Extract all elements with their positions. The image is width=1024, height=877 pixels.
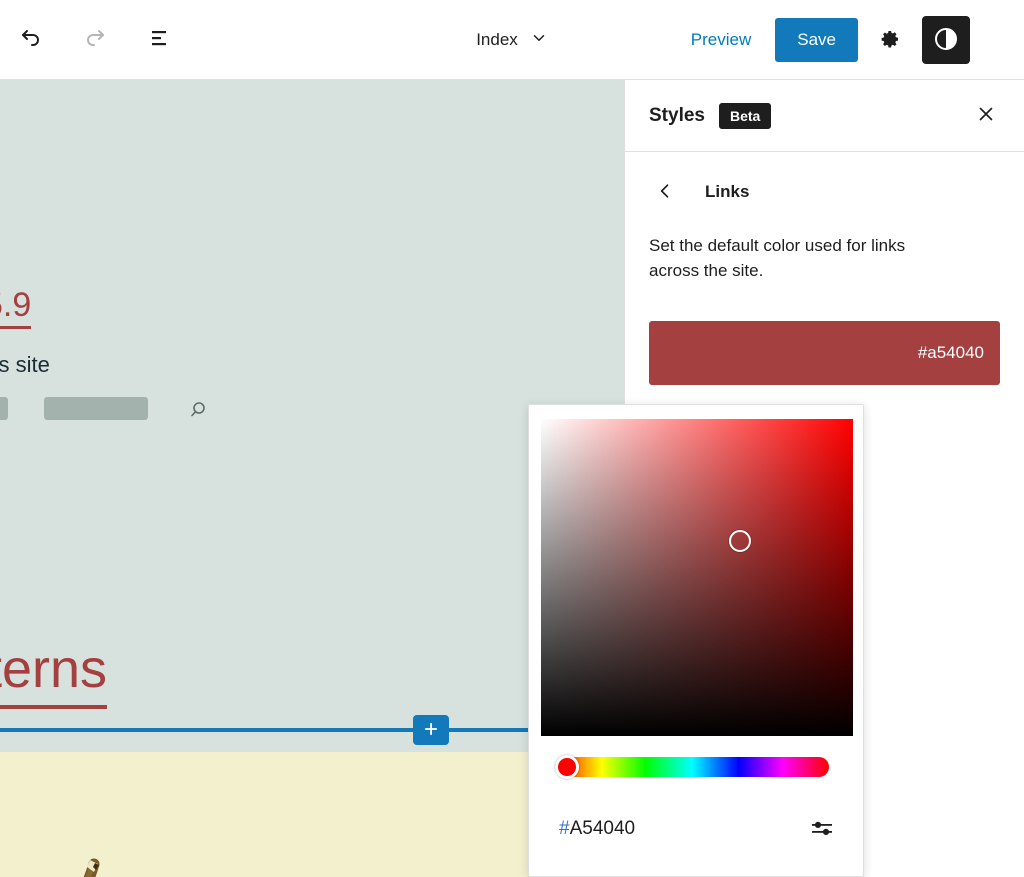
section-description: Set the default color used for links acr… <box>649 236 906 280</box>
canvas-search-button[interactable] <box>188 398 212 427</box>
list-view-icon <box>147 26 171 53</box>
document-title-label: Index <box>476 30 518 49</box>
chevron-left-icon <box>655 181 675 204</box>
more-options-button[interactable] <box>978 18 1014 62</box>
hex-input-field[interactable]: #A54040 <box>559 818 635 840</box>
close-sidebar-button[interactable] <box>964 94 1008 138</box>
back-button[interactable] <box>649 176 681 208</box>
twig-image <box>48 852 118 877</box>
block-inserter-button[interactable] <box>413 715 449 745</box>
search-icon <box>188 402 212 426</box>
canvas-placeholder-bar-2 <box>44 397 148 420</box>
toolbar-left-group <box>0 21 178 59</box>
canvas-tagline-text: ress site <box>0 352 50 377</box>
styles-sidebar-header: Styles Beta <box>625 80 1024 152</box>
hue-slider-handle[interactable] <box>555 755 579 779</box>
toolbar-right-group: Preview Save <box>675 0 1014 80</box>
redo-button[interactable] <box>76 21 114 59</box>
color-picker-popover: #A54040 <box>528 404 864 877</box>
sliders-icon <box>809 821 835 844</box>
color-format-toggle-button[interactable] <box>809 815 835 844</box>
canvas-version-link[interactable]: 5.9 <box>0 288 32 329</box>
contrast-toggle-button[interactable] <box>922 16 970 64</box>
editor-toolbar: Index Preview Save <box>0 0 1024 80</box>
link-color-preview-bar[interactable]: #a54040 <box>649 321 1000 386</box>
preview-button[interactable]: Preview <box>675 22 767 58</box>
link-color-hex-label: #a54040 <box>917 343 984 363</box>
document-title-dropdown[interactable]: Index <box>476 29 548 52</box>
undo-button[interactable] <box>12 21 50 59</box>
undo-arrow-icon <box>19 26 43 53</box>
saturation-value-handle[interactable] <box>729 530 751 552</box>
redo-arrow-icon <box>83 26 107 53</box>
styles-panel-title: Styles <box>649 104 705 126</box>
gear-icon <box>878 27 902 54</box>
hex-input-row: #A54040 <box>529 805 863 853</box>
saturation-value-area[interactable] <box>541 419 853 736</box>
hue-slider-track[interactable] <box>555 757 829 777</box>
styles-subheader: Links <box>625 152 1024 208</box>
styles-more-options-button[interactable] <box>918 94 954 138</box>
chevron-down-icon <box>530 29 548 52</box>
close-x-icon <box>975 103 997 128</box>
editor-root: Index Preview Save .9 s site erns Styles… <box>0 0 1024 877</box>
settings-button[interactable] <box>868 18 912 62</box>
list-view-button[interactable] <box>140 21 178 59</box>
section-title: Links <box>705 182 750 201</box>
canvas-placeholder-bar-1 <box>0 397 8 420</box>
hex-hash-prefix: # <box>559 818 570 839</box>
contrast-half-circle-icon <box>932 25 960 56</box>
hex-input-value: A54040 <box>569 818 636 839</box>
canvas-patterns-heading-link[interactable]: tterns <box>0 639 108 710</box>
save-button[interactable]: Save <box>775 18 858 62</box>
plus-icon <box>421 719 441 742</box>
beta-badge: Beta <box>718 102 772 129</box>
